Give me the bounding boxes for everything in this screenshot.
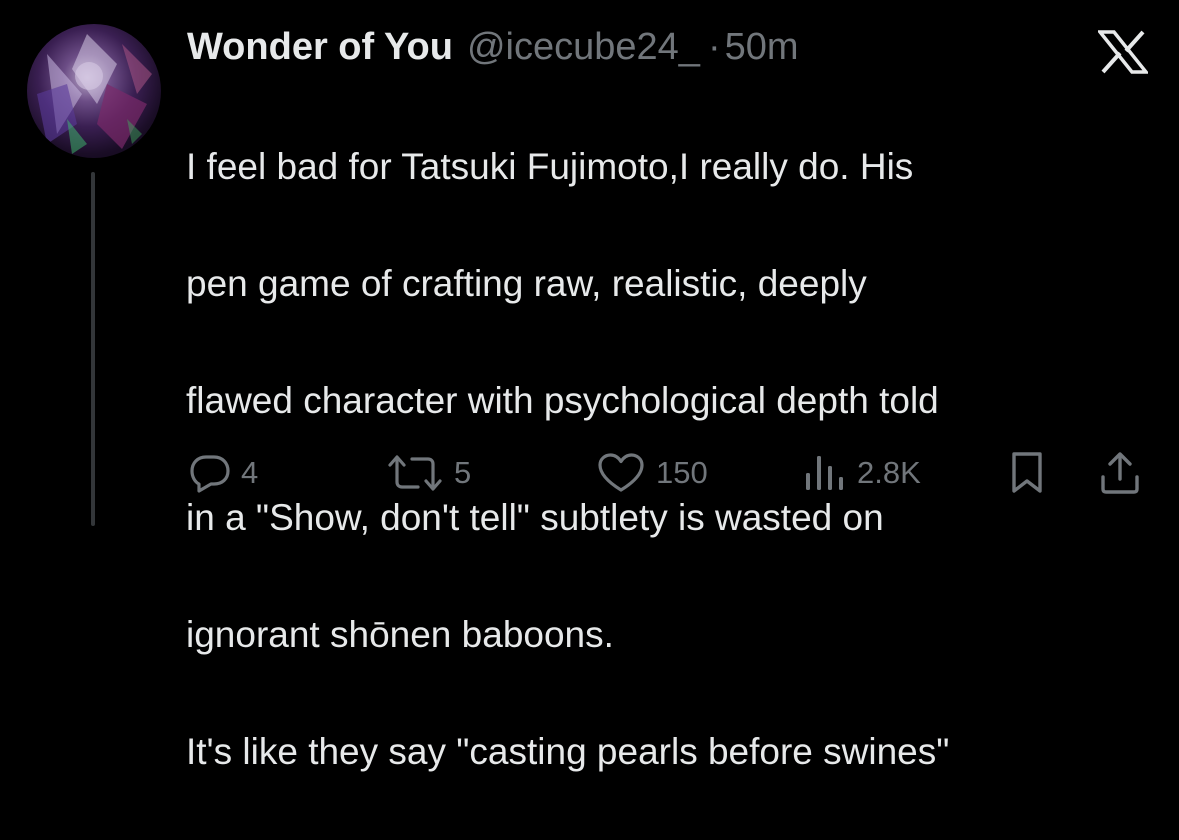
share-button[interactable] bbox=[1098, 448, 1142, 498]
timestamp[interactable]: 50m bbox=[725, 26, 799, 69]
tweet-header: Wonder of You @icecube24_ · 50m bbox=[187, 22, 799, 72]
tweet-line: flawed character with psychological dept… bbox=[186, 379, 939, 421]
tweet-line: I feel bad for Tatsuki Fujimoto,I really… bbox=[186, 145, 914, 187]
tweet-line: pen game of crafting raw, realistic, dee… bbox=[186, 262, 867, 304]
like-icon bbox=[596, 452, 646, 494]
views-icon bbox=[803, 453, 847, 493]
action-bar: 4 5 150 2.8K bbox=[0, 448, 1179, 498]
views-button[interactable]: 2.8K bbox=[803, 448, 921, 498]
tweet-line: It's like they say "casting pearls befor… bbox=[186, 730, 950, 772]
views-count: 2.8K bbox=[857, 455, 921, 490]
retweet-icon bbox=[386, 453, 444, 493]
x-logo-icon bbox=[1096, 30, 1150, 74]
share-icon bbox=[1098, 451, 1142, 495]
display-name[interactable]: Wonder of You bbox=[187, 26, 453, 69]
user-handle[interactable]: @icecube24_ bbox=[467, 26, 700, 69]
avatar[interactable] bbox=[27, 24, 161, 158]
like-count: 150 bbox=[656, 455, 708, 490]
avatar-image bbox=[37, 34, 152, 154]
reply-icon bbox=[189, 453, 231, 493]
retweet-button[interactable]: 5 bbox=[386, 448, 471, 498]
like-button[interactable]: 150 bbox=[596, 448, 708, 498]
reply-count: 4 bbox=[241, 455, 259, 490]
retweet-count: 5 bbox=[454, 455, 472, 490]
bookmark-button[interactable] bbox=[1008, 448, 1046, 498]
tweet-line: ignorant shōnen baboons. bbox=[186, 613, 614, 655]
reply-button[interactable]: 4 bbox=[189, 448, 258, 498]
separator-dot: · bbox=[707, 25, 721, 68]
bookmark-icon bbox=[1008, 451, 1046, 495]
